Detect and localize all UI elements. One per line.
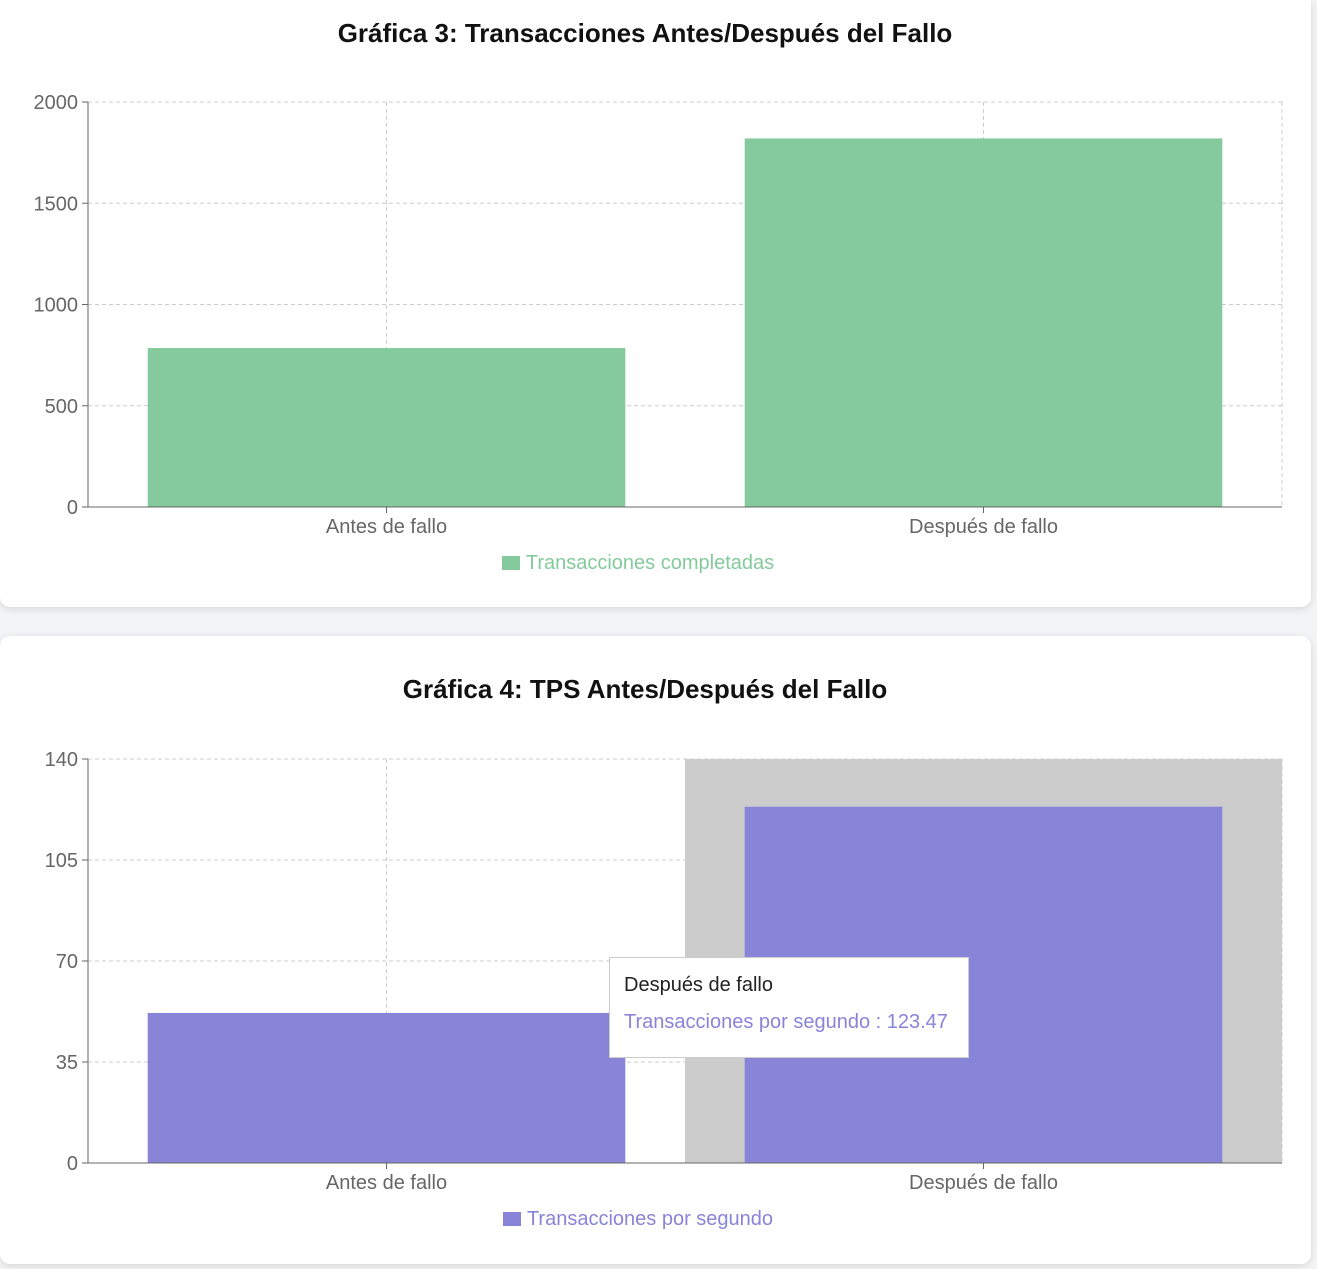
bar-chart-4: 0 35 70 105 140 Antes de fallo Después de fall… bbox=[45, 749, 1283, 1194]
bar-chart-3: 0 500 1000 1500 2000 Antes de fallo Después de… bbox=[34, 92, 1283, 538]
y-tick-label: 500 bbox=[45, 396, 78, 418]
bar bbox=[744, 138, 1223, 507]
y-tick-label: 2000 bbox=[34, 92, 79, 114]
chart-tooltip: Después de fallo Transacciones por segun… bbox=[609, 957, 969, 1058]
y-tick-label: 35 bbox=[56, 1052, 78, 1074]
bar bbox=[147, 348, 626, 507]
legend-swatch bbox=[501, 556, 520, 570]
legend-swatch bbox=[502, 1212, 521, 1226]
tooltip-title: Después de fallo bbox=[624, 974, 773, 996]
bar bbox=[147, 1012, 626, 1163]
y-tick-label: 1000 bbox=[34, 295, 79, 317]
legend-label: Transacciones por segundo bbox=[526, 1208, 774, 1230]
y-tick-label: 0 bbox=[67, 497, 78, 519]
x-tick-label: Después de fallo bbox=[909, 516, 1058, 538]
legend[interactable]: Transacciones completadas bbox=[0, 552, 1276, 575]
tooltip-value: 123.47 bbox=[886, 1011, 948, 1033]
x-tick-label: Después de fallo bbox=[909, 1172, 1058, 1194]
chart-card-4: Gráfica 4: TPS Antes/Después del Fallo 0… bbox=[0, 636, 1311, 1264]
legend[interactable]: Transacciones por segundo bbox=[0, 1208, 1276, 1231]
x-tick-label: Antes de fallo bbox=[326, 1172, 447, 1194]
y-tick-label: 105 bbox=[45, 850, 78, 872]
tooltip-value-line: Transacciones por segundo : 123.47 bbox=[624, 1011, 954, 1034]
legend-label: Transacciones completadas bbox=[525, 552, 775, 574]
tooltip-separator: : bbox=[870, 1011, 887, 1033]
y-tick-label: 1500 bbox=[34, 193, 79, 215]
tooltip-series-label: Transacciones por segundo bbox=[624, 1011, 871, 1033]
y-tick-label: 70 bbox=[56, 951, 78, 973]
y-tick-label: 140 bbox=[45, 749, 78, 771]
y-tick-label: 0 bbox=[67, 1153, 78, 1175]
x-tick-label: Antes de fallo bbox=[326, 516, 447, 538]
chart-card-3: Gráfica 3: Transacciones Antes/Después d… bbox=[0, 0, 1311, 607]
